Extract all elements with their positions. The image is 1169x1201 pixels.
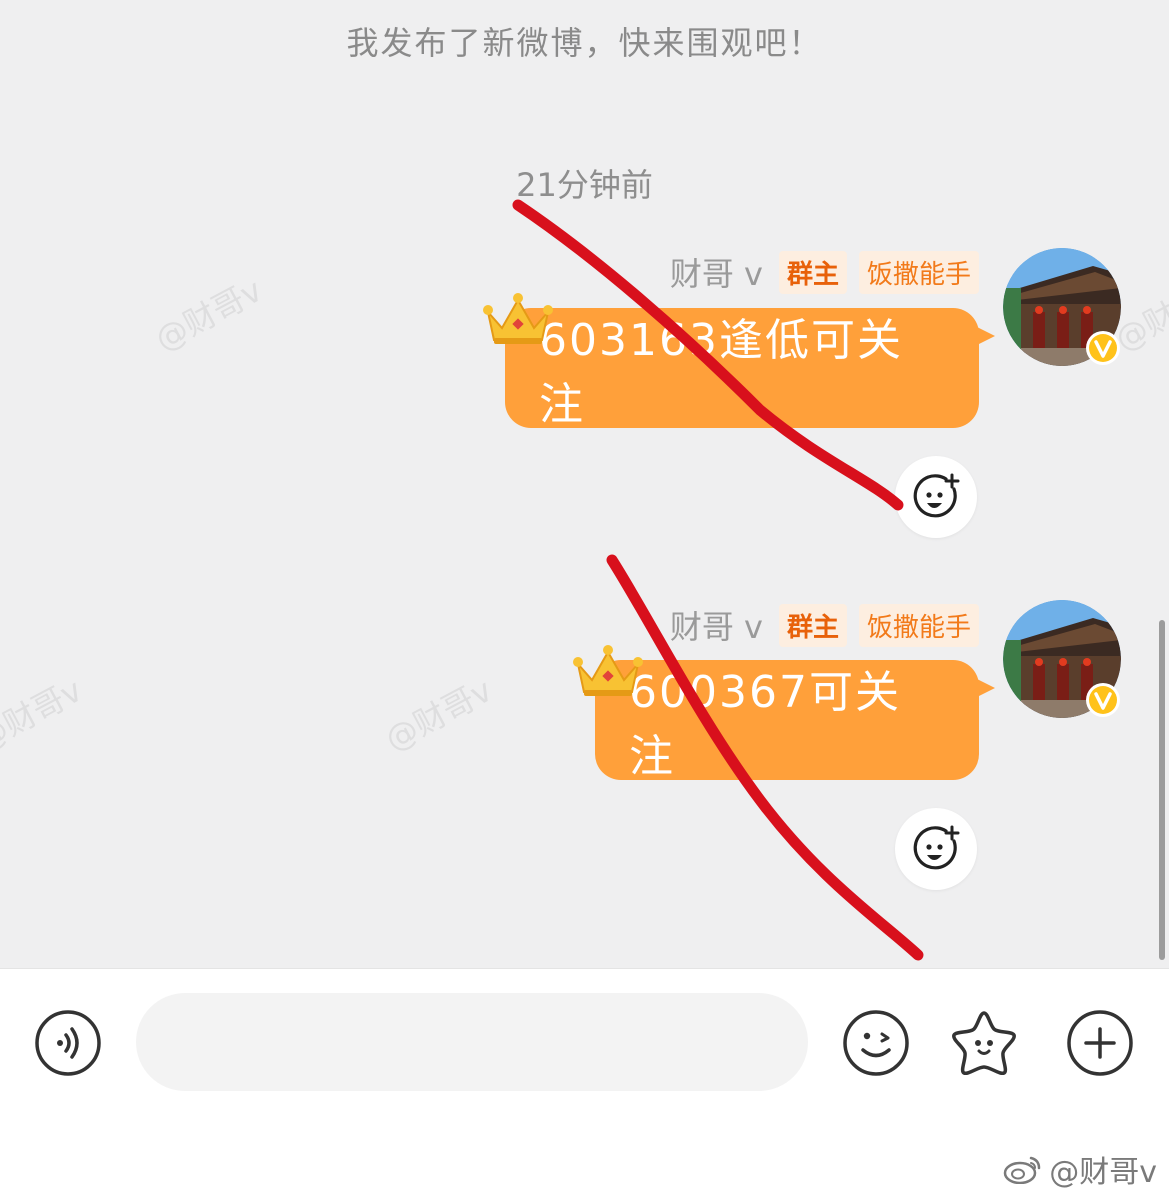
sender-name[interactable]: 财哥 v bbox=[670, 249, 763, 295]
watermark: @财哥v bbox=[148, 271, 269, 359]
voice-icon bbox=[35, 1010, 101, 1076]
add-emoji-reaction-icon bbox=[913, 473, 960, 518]
input-bar bbox=[0, 968, 1169, 1119]
fan-title-badge: 饭撒能手 bbox=[858, 603, 979, 647]
add-emoji-reaction-icon bbox=[913, 825, 960, 870]
fan-title-badge: 饭撒能手 bbox=[858, 250, 979, 294]
sticker-star-icon bbox=[952, 1011, 1016, 1076]
chat-area[interactable]: @财哥v @财哥v @财哥v @财哥v 我发布了新微博，快来围观吧！ 21分钟前… bbox=[0, 0, 1169, 968]
emoji-icon bbox=[843, 1010, 909, 1076]
verified-v-badge bbox=[1085, 682, 1121, 718]
sender-name[interactable]: 财哥 v bbox=[670, 602, 763, 648]
crown-icon bbox=[572, 642, 644, 702]
message-bubble[interactable]: 603163逢低可关注 bbox=[505, 308, 995, 430]
group-owner-badge: 群主 bbox=[778, 250, 847, 294]
more-button[interactable] bbox=[1064, 1007, 1136, 1079]
footer-watermark-text: @财哥v bbox=[1049, 1155, 1157, 1190]
group-owner-badge: 群主 bbox=[778, 603, 847, 647]
red-annotation-strokes bbox=[512, 199, 924, 961]
plus-icon bbox=[1067, 1010, 1133, 1076]
sender-row: 财哥 v 群主 饭撒能手 bbox=[670, 249, 979, 295]
crown-icon bbox=[482, 290, 554, 350]
add-reaction-button[interactable] bbox=[895, 456, 977, 538]
sticker-button[interactable] bbox=[948, 1007, 1020, 1079]
message-bubble[interactable]: 600367可关注 bbox=[595, 660, 995, 782]
sender-row: 财哥 v 群主 饭撒能手 bbox=[670, 602, 979, 648]
message-timestamp: 21分钟前 bbox=[516, 166, 653, 204]
watermark: @财哥v bbox=[0, 671, 89, 759]
message-text: 603163逢低可关注 bbox=[539, 315, 903, 430]
add-reaction-button[interactable] bbox=[895, 808, 977, 890]
message-text: 600367可关注 bbox=[629, 667, 901, 782]
verified-v-badge bbox=[1085, 330, 1121, 366]
scrollbar[interactable] bbox=[1159, 620, 1165, 960]
system-note: 我发布了新微博，快来围观吧！ bbox=[346, 24, 823, 62]
emoji-button[interactable] bbox=[840, 1007, 912, 1079]
voice-button[interactable] bbox=[32, 1007, 104, 1079]
watermark: @财哥v bbox=[378, 671, 499, 759]
weibo-logo-icon bbox=[1003, 1156, 1041, 1184]
message-input[interactable] bbox=[136, 993, 808, 1091]
footer-watermark: @财哥v bbox=[1003, 1147, 1157, 1191]
